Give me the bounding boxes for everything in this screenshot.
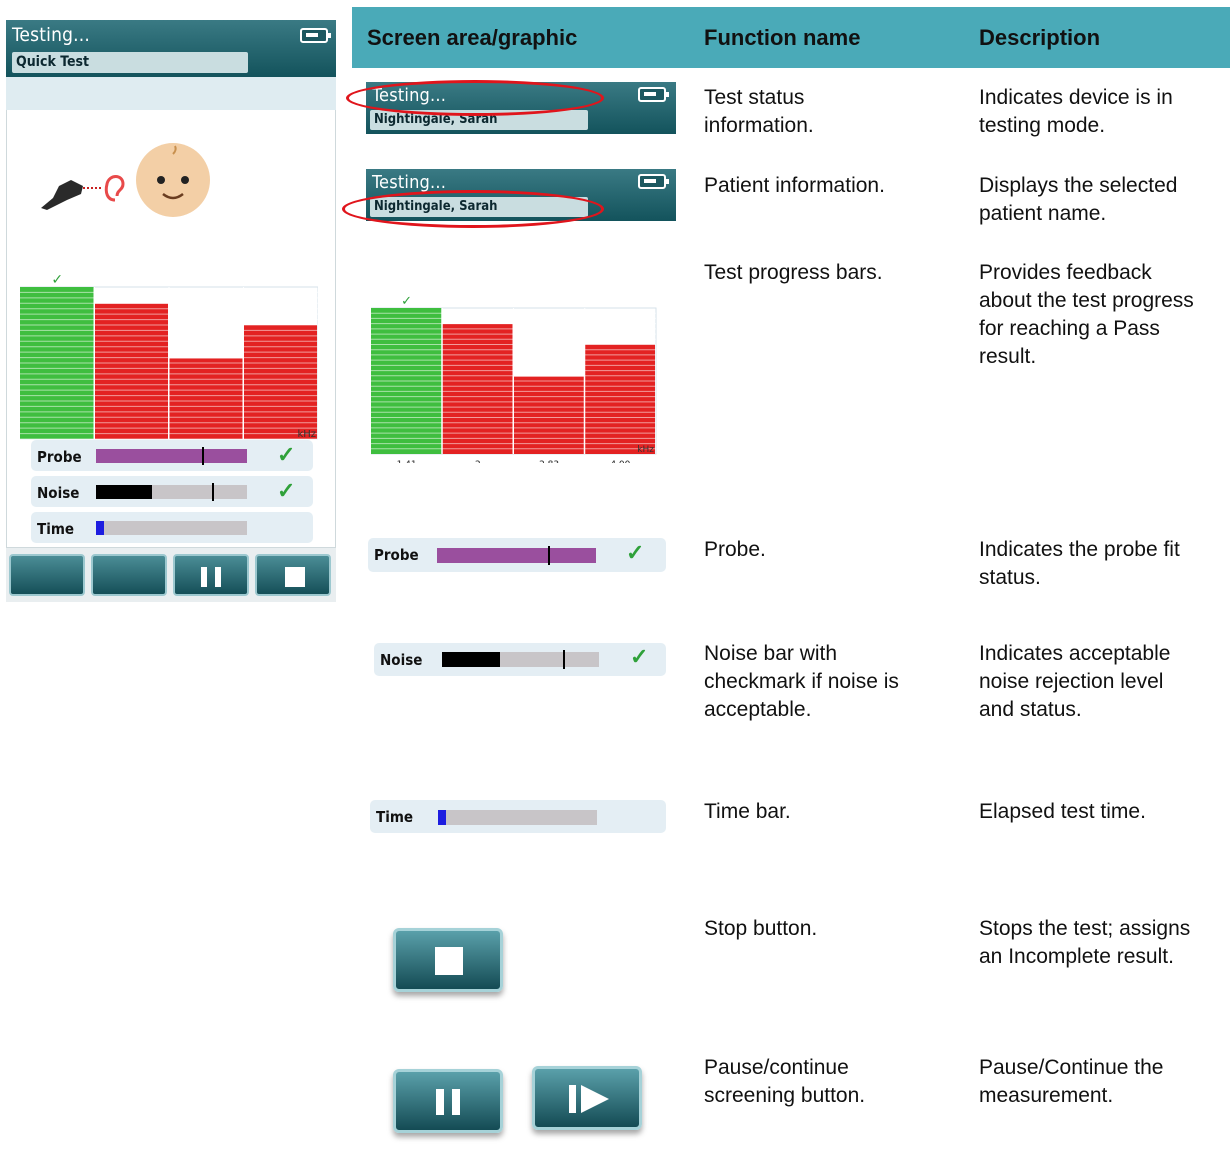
play-icon: [569, 1085, 609, 1113]
stop-button[interactable]: [255, 554, 331, 596]
sample-stop-button[interactable]: [393, 928, 503, 992]
time-label: Time: [376, 808, 414, 826]
cell-function-row-7: Stop button.: [704, 917, 818, 940]
pause-icon-bar: [215, 567, 221, 587]
sample-progress-chart: 1.41 ✓ 2 2.83 4.00 kHz: [371, 293, 661, 463]
bar-2.83: [169, 358, 243, 439]
baby-face-icon: [136, 143, 210, 217]
device-screen: Testing... Quick Test 1.41✓22.834.00kHz …: [6, 20, 336, 602]
noise-bar: [442, 650, 599, 669]
pause-button[interactable]: [173, 554, 249, 596]
cell-description-row-7: Stops the test; assigns an Incomplete re…: [979, 917, 1191, 968]
cell-function-row-5: Noise bar with checkmark if noise is acc…: [704, 642, 899, 721]
cell-function-row-4: Probe.: [704, 538, 766, 561]
column-header-function: Function name: [704, 25, 861, 50]
status-header: Testing... Quick Test: [6, 20, 336, 77]
bar-2: [442, 324, 513, 454]
probe-icon: [41, 175, 125, 210]
cell-function-row-6: Time bar.: [704, 800, 791, 823]
check-icon: ✓: [626, 540, 645, 565]
cell-function-row-8: Pause/continue screening button.: [704, 1056, 866, 1107]
time-label: Time: [37, 520, 75, 538]
cell-description-row-4: Indicates the probe fit status.: [979, 538, 1180, 589]
cell-description-row-8: Pause/Continue the measurement.: [979, 1056, 1164, 1107]
probe-bar: [96, 447, 247, 465]
check-icon: ✓: [277, 442, 296, 467]
cell-description-row-6: Elapsed test time.: [979, 800, 1146, 823]
cell-description-row-3: Provides feedback about the test progres…: [979, 261, 1194, 368]
bar-4.00: [243, 325, 317, 439]
tick-label: 2.83: [539, 460, 559, 463]
check-icon: ✓: [277, 478, 296, 503]
probe-bar: [437, 546, 596, 565]
bar-4.00: [584, 344, 655, 454]
time-bar: [438, 810, 597, 825]
stop-icon: [435, 947, 463, 975]
info-strip: [6, 77, 336, 110]
sample-noise-meter: Noise ✓: [374, 643, 666, 676]
stop-icon: [285, 567, 305, 587]
noise-bar: [96, 483, 247, 501]
cell-description-row-5: Indicates acceptable noise rejection lev…: [979, 642, 1171, 721]
softkey-2-button[interactable]: [91, 554, 167, 596]
tick-label: 2: [475, 460, 481, 463]
sample-time-meter: Time: [370, 800, 666, 833]
cell-description-row-2: Displays the selected patient name.: [979, 174, 1178, 225]
time-meter: Time: [31, 512, 313, 543]
ear-icon: [104, 175, 125, 202]
highlight-ring: [346, 80, 604, 116]
bar-2: [94, 303, 168, 439]
test-area: 1.41✓22.834.00kHz Probe ✓ Noise ✓ Time: [6, 110, 336, 548]
noise-label: Noise: [37, 484, 80, 502]
cell-function-row-1: Test status information.: [704, 86, 814, 137]
pause-icon: [436, 1089, 444, 1115]
bar-2.83: [513, 376, 584, 454]
softkey-1-button[interactable]: [9, 554, 85, 596]
sample-probe-meter: Probe ✓: [368, 538, 666, 572]
sample-continue-button[interactable]: [532, 1066, 642, 1130]
pause-icon-bar: [452, 1089, 460, 1115]
battery-icon: [638, 174, 669, 189]
mode-label: Quick Test: [12, 52, 248, 73]
probe-meter: Probe ✓: [31, 440, 313, 471]
cell-function-row-3: Test progress bars.: [704, 261, 883, 284]
button-bar: [6, 548, 336, 602]
column-header-description: Description: [979, 25, 1101, 50]
check-icon: ✓: [630, 644, 649, 669]
tick-label: 1.41: [397, 460, 417, 463]
time-bar: [96, 521, 247, 535]
noise-label: Noise: [380, 651, 423, 669]
table-header: Screen area/graphic Function name Descri…: [352, 7, 1230, 68]
unit-label: kHz: [637, 445, 654, 455]
battery-icon: [300, 28, 331, 43]
probe-label: Probe: [37, 448, 82, 466]
probe-label: Probe: [374, 546, 419, 564]
status-title: Testing...: [12, 24, 91, 46]
pause-icon: [201, 567, 207, 587]
progress-chart: 1.41✓22.834.00kHz: [20, 265, 318, 455]
column-header-screen-area: Screen area/graphic: [367, 25, 578, 50]
cell-description-row-1: Indicates device is in testing mode.: [979, 86, 1173, 137]
noise-meter: Noise ✓: [31, 476, 313, 507]
sample-pause-button[interactable]: [393, 1069, 503, 1133]
highlight-ring: [342, 190, 604, 228]
pass-check-icon: ✓: [401, 294, 412, 309]
unit-label: kHz: [297, 429, 316, 440]
pass-check-icon: ✓: [51, 272, 63, 288]
cell-function-row-2: Patient information.: [704, 174, 885, 197]
tick-label: 4.00: [610, 460, 630, 463]
battery-icon: [638, 87, 669, 102]
